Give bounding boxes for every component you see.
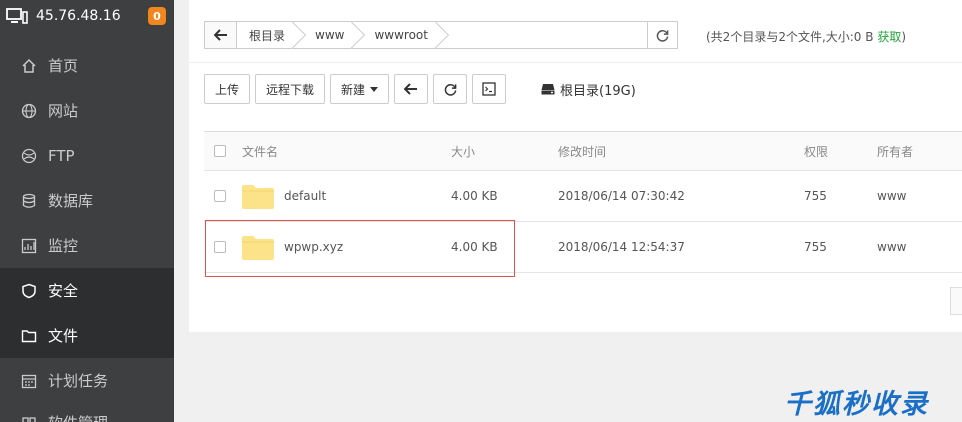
server-ip: 45.76.48.16 — [36, 8, 121, 24]
sidebar-item-security[interactable]: 安全 — [0, 268, 174, 313]
globe-icon — [20, 102, 38, 120]
column-header-size[interactable]: 大小 — [451, 132, 475, 170]
row-checkbox[interactable] — [214, 190, 226, 202]
file-name[interactable]: default — [284, 189, 326, 203]
watermark-logo: 千狐秒收录 — [784, 389, 929, 420]
file-permission[interactable]: 755 — [804, 171, 827, 221]
folder-icon — [20, 327, 38, 345]
refresh-button[interactable] — [433, 74, 468, 104]
pagination-stub[interactable] — [950, 287, 962, 315]
notification-badge[interactable]: 0 — [148, 7, 166, 25]
folder-icon — [242, 184, 274, 209]
sidebar-item-files[interactable]: 文件 — [0, 313, 174, 358]
sidebar: 45.76.48.16 0 首页 网站 FTP 数据库 监控 安全 文件 计划任… — [0, 0, 174, 422]
column-header-owner[interactable]: 所有者 — [877, 132, 913, 170]
sidebar-item-ftp[interactable]: FTP — [0, 133, 174, 178]
sidebar-item-label: 网站 — [48, 102, 79, 120]
refresh-icon — [656, 29, 669, 42]
sidebar-item-label: FTP — [48, 146, 75, 165]
column-header-perm[interactable]: 权限 — [804, 132, 828, 170]
upload-button[interactable]: 上传 — [204, 74, 251, 104]
calendar-icon — [20, 372, 38, 390]
path-input-area[interactable] — [438, 22, 647, 48]
file-owner: www — [877, 189, 907, 203]
file-size: 4.00 KB — [451, 189, 498, 203]
file-mtime: 2018/06/14 12:54:37 — [558, 240, 685, 254]
sidebar-item-label: 监控 — [48, 237, 79, 255]
database-icon — [20, 192, 38, 210]
home-icon — [20, 57, 38, 75]
sidebar-item-label: 首页 — [48, 57, 79, 75]
toolbar: 上传 远程下载 新建 根目录(19G) — [204, 74, 636, 104]
server-header[interactable]: 45.76.48.16 0 — [0, 0, 174, 32]
file-permission[interactable]: 755 — [804, 222, 827, 272]
directory-summary: (共2个目录与2个文件,大小:0 B 获取) — [706, 30, 907, 44]
sidebar-item-database[interactable]: 数据库 — [0, 178, 174, 223]
sidebar-item-software[interactable]: 软件管理 — [0, 403, 174, 422]
sidebar-item-label: 数据库 — [48, 192, 94, 210]
path-refresh-button[interactable] — [647, 22, 677, 48]
file-mtime: 2018/06/14 07:30:42 — [558, 189, 685, 203]
sidebar-item-cron[interactable]: 计划任务 — [0, 358, 174, 403]
sidebar-item-label: 文件 — [48, 327, 79, 345]
selection-highlight-box — [205, 220, 515, 277]
sidebar-item-website[interactable]: 网站 — [0, 88, 174, 133]
new-dropdown-button[interactable]: 新建 — [330, 74, 390, 104]
column-header-name[interactable]: 文件名 — [242, 132, 278, 170]
refresh-icon — [444, 83, 456, 96]
table-header: 文件名 大小 修改时间 权限 所有者 — [204, 132, 962, 171]
ftp-icon — [20, 147, 38, 165]
server-monitor-icon — [6, 8, 28, 24]
caret-down-icon — [370, 86, 379, 92]
divider — [189, 62, 962, 63]
remote-download-button[interactable]: 远程下载 — [255, 74, 326, 104]
shield-icon — [20, 282, 38, 300]
select-all-checkbox[interactable] — [214, 145, 226, 157]
terminal-button[interactable] — [472, 74, 507, 104]
breadcrumb-root[interactable]: 根目录 — [237, 22, 295, 48]
sidebar-item-monitor[interactable]: 监控 — [0, 223, 174, 268]
sidebar-item-label: 安全 — [48, 282, 79, 300]
terminal-icon — [482, 82, 496, 96]
arrow-left-icon — [404, 83, 418, 95]
get-size-link[interactable]: 获取 — [877, 30, 901, 44]
breadcrumb-wwwroot[interactable]: wwwroot — [354, 22, 438, 48]
path-back-button[interactable] — [205, 22, 237, 48]
sidebar-item-label: 软件管理 — [48, 412, 108, 422]
disk-info[interactable]: 根目录(19G) — [541, 80, 636, 99]
file-manager-panel: 根目录 www wwwroot (共2个目录与2个文件,大小:0 B 获取) 上… — [189, 0, 962, 332]
back-button[interactable] — [394, 74, 429, 104]
sidebar-item-label: 计划任务 — [48, 372, 109, 390]
table-row[interactable]: default 4.00 KB 2018/06/14 07:30:42 755 … — [204, 171, 962, 222]
file-owner: www — [877, 240, 907, 254]
sidebar-item-home[interactable]: 首页 — [0, 43, 174, 88]
monitor-icon — [20, 237, 38, 255]
column-header-mtime[interactable]: 修改时间 — [558, 132, 606, 170]
apps-icon — [20, 415, 38, 422]
arrow-left-icon — [213, 29, 227, 41]
path-bar: 根目录 www wwwroot — [204, 21, 678, 49]
hard-drive-icon — [541, 84, 555, 95]
